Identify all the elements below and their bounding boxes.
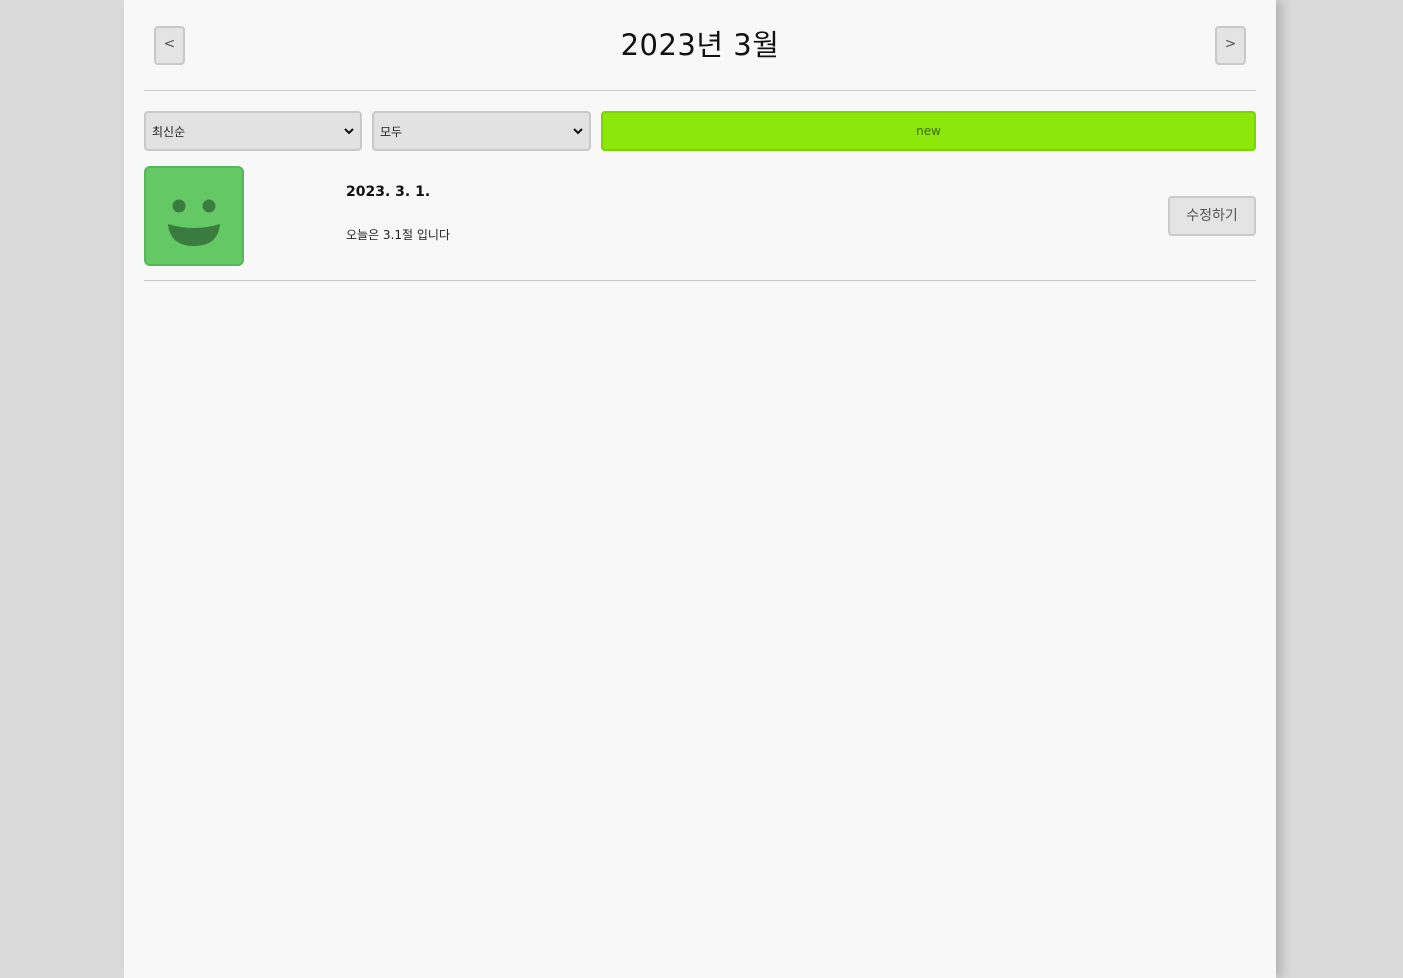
filter-select-value: 모두 — [380, 124, 403, 139]
next-month-button[interactable]: > — [1215, 26, 1246, 65]
emotion-image[interactable] — [144, 166, 244, 266]
diary-app: < 2023년 3월 > 최신순 모두 new 2023. 3. 1. 오늘은 … — [124, 0, 1276, 978]
header: < 2023년 3월 > — [144, 0, 1256, 91]
sort-select-value: 최신순 — [152, 124, 186, 139]
diary-info[interactable]: 2023. 3. 1. 오늘은 3.1절 입니다 — [346, 184, 450, 243]
smile-face-icon — [168, 199, 220, 246]
page-title: 2023년 3월 — [620, 28, 780, 62]
diary-content-preview: 오늘은 3.1절 입니다 — [346, 228, 450, 242]
chevron-down-icon — [573, 128, 583, 135]
menu-bar: 최신순 모두 new — [144, 111, 1256, 151]
diary-item: 2023. 3. 1. 오늘은 3.1절 입니다 수정하기 — [144, 166, 1256, 281]
edit-button[interactable]: 수정하기 — [1168, 196, 1256, 236]
new-diary-button[interactable]: new — [601, 111, 1256, 151]
chevron-down-icon — [344, 128, 354, 135]
filter-select[interactable]: 모두 — [372, 111, 591, 151]
diary-date: 2023. 3. 1. — [346, 184, 431, 200]
sort-select[interactable]: 최신순 — [144, 111, 362, 151]
